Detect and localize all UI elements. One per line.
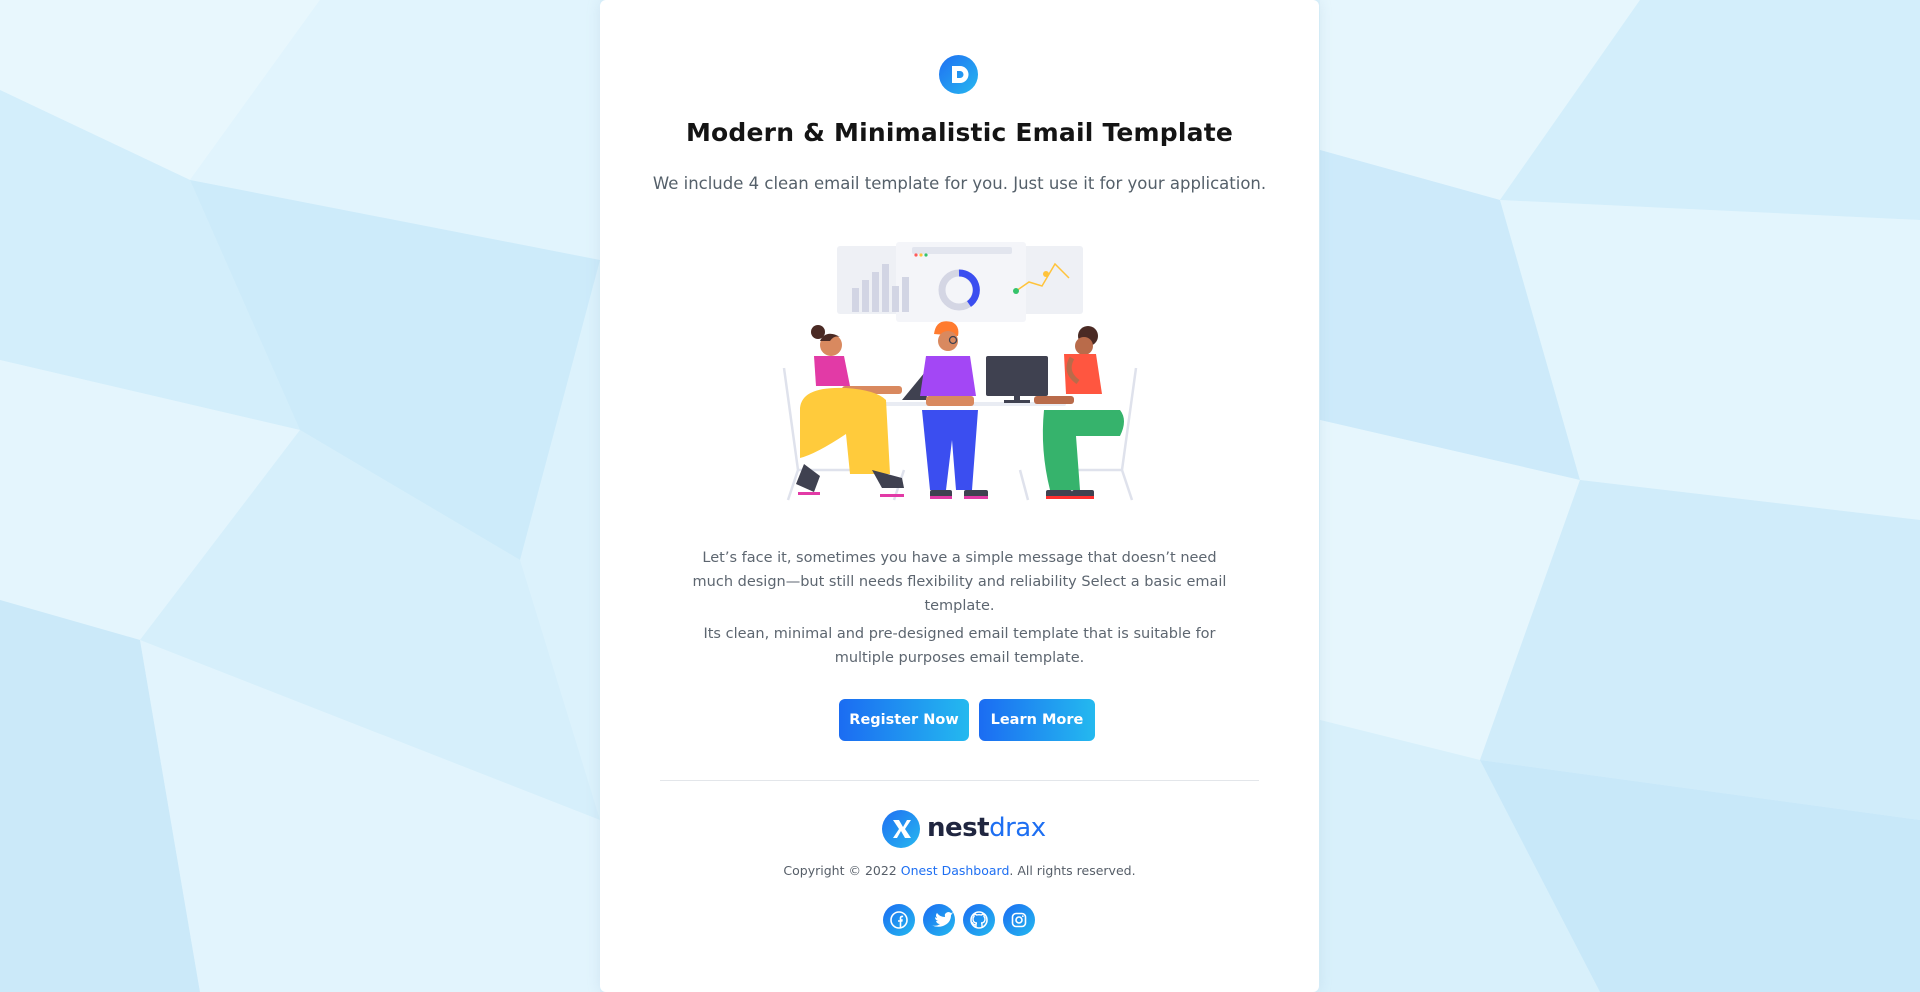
onest-dashboard-link[interactable]: Onest Dashboard [901,863,1010,878]
brand-wordmark: nestdrax [927,813,1046,843]
learn-more-button[interactable]: Learn More [979,699,1095,741]
copyright-text: Copyright © 2022 Onest Dashboard. All ri… [600,863,1319,878]
footer-divider [660,780,1259,781]
twitter-icon[interactable] [923,904,955,936]
brand-name-suffix: drax [989,813,1046,843]
body-paragraph-1: Let’s face it, sometimes you have a simp… [692,550,1227,614]
nestdrax-logo-icon [882,810,920,848]
register-now-button[interactable]: Register Now [839,699,969,741]
footer-brand: nestdrax [882,809,1046,849]
facebook-icon[interactable] [883,904,915,936]
brand-logo-icon [939,55,978,94]
instagram-icon[interactable] [1003,904,1035,936]
email-subtitle: We include 4 clean email template for yo… [652,174,1267,193]
team-meeting-illustration [782,242,1138,501]
email-title: Modern & Minimalistic Email Template [685,118,1234,147]
copyright-suffix: . All rights reserved. [1009,863,1136,878]
email-card: Modern & Minimalistic Email Template We … [600,0,1319,992]
github-icon[interactable] [963,904,995,936]
body-paragraph-2: Its clean, minimal and pre-designed emai… [703,626,1216,666]
brand-name-prefix: nest [927,813,990,843]
copyright-prefix: Copyright © 2022 [783,863,901,878]
